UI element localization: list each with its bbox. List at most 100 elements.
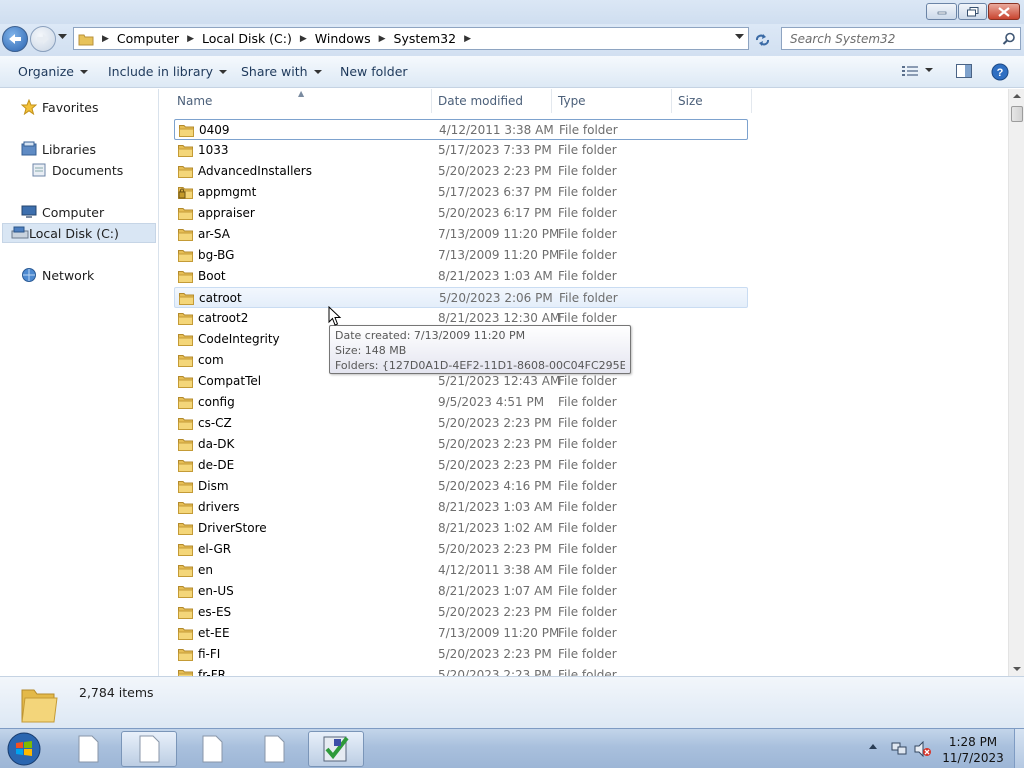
file-row[interactable]: 1033 5/17/2023 7:33 PM File folder [174, 140, 748, 161]
file-name: config [198, 395, 235, 409]
address-bar[interactable]: ▶ Computer ▶ Local Disk (C:) ▶ Windows ▶… [73, 27, 749, 50]
file-row[interactable]: fi-FI 5/20/2023 2:23 PM File folder [174, 644, 748, 665]
file-row[interactable]: Dism 5/20/2023 4:16 PM File folder [174, 476, 748, 497]
file-name: appraiser [198, 206, 255, 220]
search-icon[interactable] [1002, 32, 1016, 46]
column-header-name[interactable]: Name [177, 94, 212, 108]
taskbar-app-3[interactable] [184, 731, 240, 767]
file-date-modified: 5/17/2023 7:33 PM [438, 143, 552, 157]
scrollbar-thumb[interactable] [1011, 106, 1023, 122]
taskbar-app-2[interactable] [121, 731, 177, 767]
show-hidden-icons-button[interactable] [869, 744, 877, 749]
nav-libraries[interactable]: Libraries [20, 141, 96, 157]
column-header-type[interactable]: Type [558, 94, 586, 108]
column-divider[interactable] [671, 89, 672, 113]
file-row[interactable]: 0409 4/12/2011 3:38 AM File folder [174, 119, 748, 140]
change-view-button[interactable] [902, 65, 918, 77]
file-name: cs-CZ [198, 416, 232, 430]
file-name: catroot2 [198, 311, 249, 325]
organize-button[interactable]: Organize [18, 64, 88, 79]
show-desktop-button[interactable] [1014, 729, 1024, 768]
file-type: File folder [558, 143, 617, 157]
file-row[interactable]: cs-CZ 5/20/2023 2:23 PM File folder [174, 413, 748, 434]
breadcrumb-separator[interactable]: ▶ [183, 34, 198, 44]
file-row[interactable]: AdvancedInstallers 5/20/2023 2:23 PM File … [174, 161, 748, 182]
taskbar-app-1[interactable] [60, 731, 116, 767]
preview-pane-button[interactable] [956, 64, 972, 78]
file-row[interactable]: fr-FR 5/20/2023 2:23 PM File folder [174, 665, 748, 676]
file-row[interactable]: bg-BG 7/13/2009 11:20 PM File folder [174, 245, 748, 266]
share-with-button[interactable]: Share with [241, 64, 322, 79]
locked-folder-icon [178, 187, 193, 199]
folder-icon [178, 418, 193, 430]
recent-pages-chevron-icon[interactable] [58, 34, 67, 40]
file-row[interactable]: en-US 8/21/2023 1:07 AM File folder [174, 581, 748, 602]
file-row[interactable]: drivers 8/21/2023 1:03 AM File folder [174, 497, 748, 518]
nav-local-disk[interactable]: Local Disk (C:) [2, 223, 156, 243]
taskbar-app-4[interactable] [246, 731, 302, 767]
column-divider[interactable] [431, 89, 432, 113]
column-divider[interactable] [551, 89, 552, 113]
nav-documents[interactable]: Documents [30, 162, 123, 178]
restore-button[interactable] [958, 3, 987, 20]
column-header-date-modified[interactable]: Date modified [438, 94, 523, 108]
file-row[interactable]: catroot 5/20/2023 2:06 PM File folder [174, 287, 748, 308]
breadcrumb-local-disk[interactable]: Local Disk (C:) [198, 28, 296, 49]
file-name: bg-BG [198, 248, 235, 262]
scroll-down-arrow-icon[interactable] [1013, 667, 1021, 671]
address-dropdown-icon[interactable] [735, 34, 744, 40]
search-input[interactable]: Search System32 [781, 27, 1021, 50]
volume-muted-icon[interactable] [914, 741, 932, 757]
help-button[interactable]: ? [991, 63, 1009, 81]
help-icon: ? [991, 63, 1009, 81]
breadcrumb-system32[interactable]: System32 [390, 28, 461, 49]
file-name: Boot [198, 269, 226, 283]
back-button[interactable] [2, 26, 28, 52]
file-row[interactable]: de-DE 5/20/2023 2:23 PM File folder [174, 455, 748, 476]
file-row[interactable]: appraiser 5/20/2023 6:17 PM File folder [174, 203, 748, 224]
item-count: 2,784 items [79, 685, 154, 700]
file-name: 1033 [198, 143, 229, 157]
include-in-library-button[interactable]: Include in library [108, 64, 228, 79]
breadcrumb-separator[interactable]: ▶ [296, 34, 311, 44]
minimize-button[interactable] [926, 3, 957, 20]
breadcrumb-computer[interactable]: Computer [113, 28, 183, 49]
file-date-modified: 8/21/2023 1:03 AM [438, 269, 553, 283]
folder-icon [178, 649, 193, 661]
breadcrumb-windows[interactable]: Windows [311, 28, 375, 49]
nav-favorites[interactable]: Favorites [20, 99, 98, 115]
file-row[interactable]: el-GR 5/20/2023 2:23 PM File folder [174, 539, 748, 560]
column-headers: ▲ Name Date modified Type Size [160, 89, 1008, 113]
close-button[interactable] [988, 3, 1020, 20]
file-row[interactable]: Boot 8/21/2023 1:03 AM File folder [174, 266, 748, 287]
navigation-pane: Favorites Libraries Documents Computer L… [0, 89, 159, 676]
column-divider[interactable] [751, 89, 752, 113]
file-row[interactable]: appmgmt 5/17/2023 6:37 PM File folder [174, 182, 748, 203]
new-folder-button[interactable]: New folder [340, 64, 408, 79]
file-row[interactable]: CompatTel 5/21/2023 12:43 AM File folder [174, 371, 748, 392]
start-button[interactable] [4, 730, 44, 768]
file-type: File folder [558, 395, 617, 409]
file-row[interactable]: da-DK 5/20/2023 2:23 PM File folder [174, 434, 748, 455]
file-row[interactable]: es-ES 5/20/2023 2:23 PM File folder [174, 602, 748, 623]
file-row[interactable]: config 9/5/2023 4:51 PM File folder [174, 392, 748, 413]
network-status-icon[interactable] [890, 741, 908, 757]
file-row[interactable]: en 4/12/2011 3:38 AM File folder [174, 560, 748, 581]
breadcrumb-separator[interactable]: ▶ [460, 34, 475, 44]
column-header-size[interactable]: Size [678, 94, 703, 108]
nav-network[interactable]: Network [20, 267, 94, 283]
refresh-button[interactable] [752, 29, 774, 51]
breadcrumb-separator[interactable]: ▶ [375, 34, 390, 44]
forward-button[interactable] [30, 26, 56, 52]
system-clock[interactable]: 1:28 PM 11/7/2023 [935, 734, 1011, 766]
file-row[interactable]: DriverStore 8/21/2023 1:02 AM File folder [174, 518, 748, 539]
nav-computer[interactable]: Computer [20, 204, 104, 220]
breadcrumb-separator[interactable]: ▶ [98, 34, 113, 44]
taskbar-app-5[interactable] [308, 731, 364, 767]
vertical-scrollbar[interactable] [1008, 89, 1024, 676]
file-row[interactable]: ar-SA 7/13/2009 11:20 PM File folder [174, 224, 748, 245]
file-row[interactable]: et-EE 7/13/2009 11:20 PM File folder [174, 623, 748, 644]
scroll-up-arrow-icon[interactable] [1013, 94, 1021, 98]
file-type: File folder [558, 479, 617, 493]
view-options-dropdown[interactable] [925, 68, 933, 72]
